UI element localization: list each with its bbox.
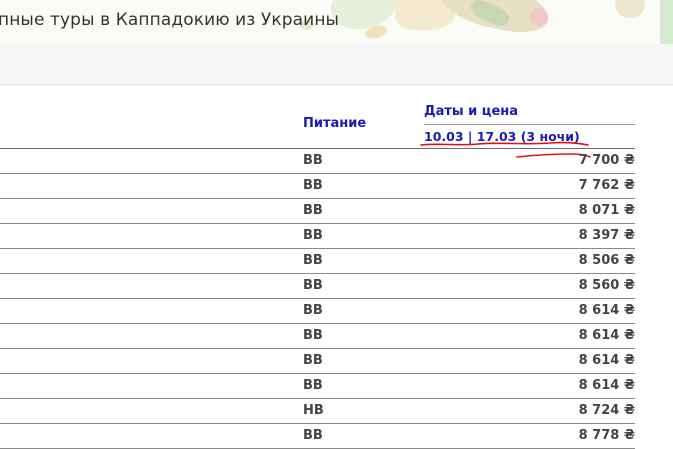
price-cell[interactable]: 8 397 ₴ — [579, 228, 635, 243]
meal-cell: BB — [303, 378, 323, 393]
price-cell[interactable]: 8 614 ₴ — [579, 353, 635, 368]
price-cell[interactable]: 7 762 ₴ — [579, 178, 635, 193]
table-row[interactable]: HB 8 724 ₴ — [0, 399, 635, 424]
table-row[interactable]: BB 8 614 ₴ — [0, 324, 635, 349]
meal-cell: BB — [303, 153, 323, 168]
column-header-meal[interactable]: Питание — [303, 116, 366, 131]
table-row[interactable]: BB 8 397 ₴ — [0, 224, 635, 249]
page-title: пные туры в Каппадокию из Украины — [0, 10, 340, 30]
decor-shape — [615, 0, 645, 18]
header-divider — [424, 124, 635, 125]
table-row[interactable]: BB 7 762 ₴ — [0, 174, 635, 199]
price-cell[interactable]: 8 614 ₴ — [579, 303, 635, 318]
table-row[interactable]: BB 8 614 ₴ — [0, 349, 635, 374]
table-row[interactable]: BB 8 071 ₴ — [0, 199, 635, 224]
meal-cell: BB — [303, 178, 323, 193]
header-banner: пные туры в Каппадокию из Украины — [0, 0, 673, 45]
meal-cell: BB — [303, 303, 323, 318]
decor-shape — [660, 0, 673, 44]
meal-cell: BB — [303, 253, 323, 268]
price-cell[interactable]: 8 614 ₴ — [579, 328, 635, 343]
table-row[interactable]: BB 8 614 ₴ — [0, 299, 635, 324]
table-body: BB 7 700 ₴ BB 7 762 ₴ BB 8 071 ₴ BB 8 397 ₴ BB 8 … — [0, 149, 635, 449]
meal-cell: BB — [303, 353, 323, 368]
price-cell[interactable]: 8 071 ₴ — [579, 203, 635, 218]
price-cell[interactable]: 8 506 ₴ — [579, 253, 635, 268]
price-cell[interactable]: 8 614 ₴ — [579, 378, 635, 393]
meal-cell: BB — [303, 228, 323, 243]
filter-bar — [0, 44, 673, 85]
meal-cell: BB — [303, 278, 323, 293]
prices-table: Питание Даты и цена 10.03 | 17.03 (3 ноч… — [0, 85, 673, 449]
price-cell[interactable]: 8 778 ₴ — [579, 428, 635, 443]
table-row[interactable]: BB 7 700 ₴ — [0, 149, 635, 174]
table-row[interactable]: BB 8 614 ₴ — [0, 374, 635, 399]
meal-cell: BB — [303, 428, 323, 443]
meal-cell: BB — [303, 328, 323, 343]
table-row[interactable]: BB 8 778 ₴ — [0, 424, 635, 449]
table-row[interactable]: BB 8 560 ₴ — [0, 274, 635, 299]
column-header-dates[interactable]: Даты и цена — [424, 104, 518, 119]
meal-cell: HB — [303, 403, 324, 418]
price-cell[interactable]: 8 560 ₴ — [579, 278, 635, 293]
price-cell[interactable]: 7 700 ₴ — [579, 153, 635, 168]
price-cell[interactable]: 8 724 ₴ — [579, 403, 635, 418]
decor-shape — [530, 8, 548, 26]
meal-cell: BB — [303, 203, 323, 218]
date-range-link[interactable]: 10.03 | 17.03 (3 ночи) — [424, 129, 580, 144]
table-row[interactable]: BB 8 506 ₴ — [0, 249, 635, 274]
